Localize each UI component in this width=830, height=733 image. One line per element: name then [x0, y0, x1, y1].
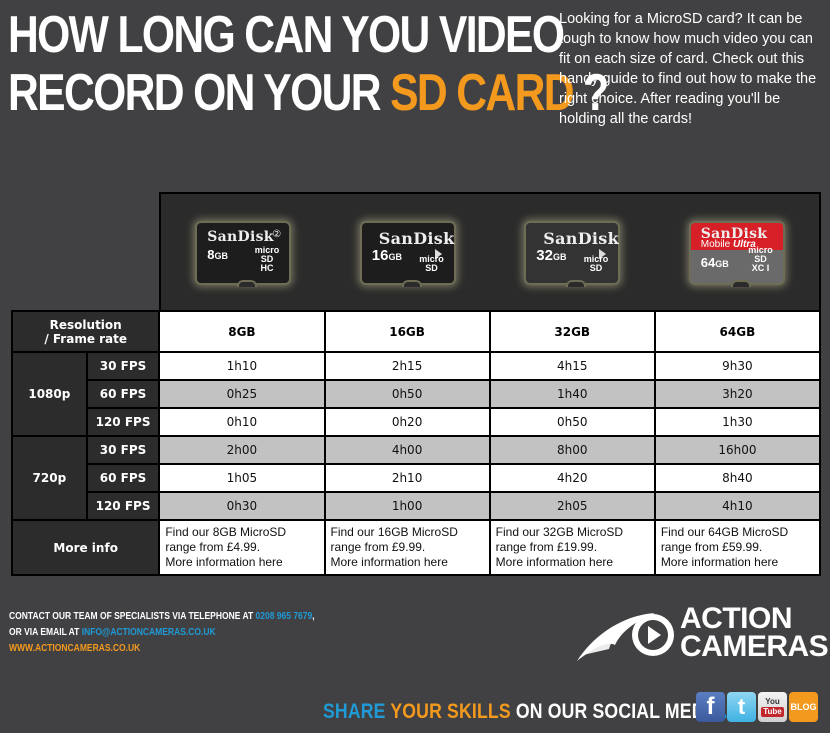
- share-banner: SHARE YOUR SKILLS ON OUR SOCIAL MEDIA.: [323, 700, 728, 723]
- table-row: 1080p 30 FPS 1h10 2h15 4h15 9h30: [11, 351, 822, 437]
- table-cell: 4h15: [488, 351, 656, 381]
- resolution-label: 1080p: [11, 351, 88, 437]
- table-row: 120 FPS 0h10 0h20 0h50 1h30: [12, 407, 822, 437]
- table-row: 120 FPS 0h30 1h00 2h05 4h10: [12, 491, 822, 521]
- card-images-row: SanDisk ② 8GB micro SD HC SanDisk 16GB mic…: [159, 192, 821, 312]
- card-capacity: 32GB: [536, 247, 567, 264]
- blog-icon[interactable]: BLOG: [789, 692, 818, 722]
- table-cell: 4h10: [653, 491, 822, 521]
- fps-label: 120 FPS: [85, 407, 161, 437]
- table-cell: 1h30: [653, 407, 822, 437]
- column-header-64gb: 64GB: [653, 310, 822, 353]
- more-info-cell-64gb: Find our 64GB MicroSD range from £59.99. M…: [653, 519, 822, 576]
- sd-card-8gb-image: SanDisk ② 8GB micro SD HC: [195, 221, 292, 287]
- microsd-logo-icon: micro SD: [419, 254, 444, 273]
- email-link[interactable]: INFO@ACTIONCAMERAS.CO.UK: [82, 627, 216, 638]
- card-capacity: 64GB: [700, 255, 729, 270]
- fps-label: 30 FPS: [85, 435, 161, 465]
- table-cell: 4h20: [488, 463, 656, 493]
- table-cell: 2h05: [488, 491, 656, 521]
- headline: HOW LONG CAN YOU VIDEO RECORD ON YOUR SD…: [8, 6, 609, 122]
- table-cell: 16h00: [653, 435, 822, 465]
- column-header-32gb: 32GB: [488, 310, 656, 353]
- contact-phone-line: CONTACT OUR TEAM OF SPECIALISTS VIA TELE…: [9, 611, 315, 622]
- microsdxc-logo-icon: micro SD XC I: [748, 245, 773, 273]
- website-link[interactable]: WWW.ACTIONCAMERAS.CO.UK: [9, 641, 315, 657]
- table-cell: 1h05: [158, 463, 326, 493]
- fps-label: 30 FPS: [85, 351, 161, 381]
- card-capacity: 8GB: [207, 247, 228, 262]
- table-cell: 0h50: [323, 379, 491, 409]
- fps-label: 60 FPS: [85, 379, 161, 409]
- card-slot-64gb: SanDisk Mobile Ultra 64GB micro SD XC I: [655, 194, 820, 312]
- card-brand: SanDisk: [378, 229, 455, 248]
- corner-header: Resolution / Frame rate: [10, 310, 161, 353]
- class-2-icon: ②: [272, 229, 282, 240]
- table-cell: 2h00: [158, 435, 326, 465]
- card-capacity: 16GB: [371, 247, 402, 264]
- headline-accent: SD CARD: [390, 64, 574, 122]
- more-info-label: More info: [10, 519, 161, 576]
- table-cell: 0h25: [158, 379, 326, 409]
- more-info-link[interactable]: More information here: [331, 555, 484, 570]
- table-cell: 1h10: [158, 351, 326, 381]
- card-brand: SanDisk: [207, 229, 274, 245]
- more-info-cell-8gb: Find our 8GB MicroSD range from £4.99. Mor…: [158, 519, 326, 576]
- table-cell: 2h15: [323, 351, 491, 381]
- table-cell: 8h00: [488, 435, 656, 465]
- more-info-link[interactable]: More information here: [496, 555, 649, 570]
- twitter-icon[interactable]: t: [727, 692, 756, 722]
- table-cell: 0h10: [158, 407, 326, 437]
- fps-label: 120 FPS: [85, 491, 161, 521]
- card-slot-32gb: SanDisk 32GB micro SD: [490, 194, 655, 312]
- card-slot-16gb: SanDisk 16GB micro SD: [326, 194, 491, 312]
- table-cell: 8h40: [653, 463, 822, 493]
- more-info-link[interactable]: More information here: [661, 555, 814, 570]
- sd-card-32gb-image: SanDisk 32GB micro SD: [524, 221, 621, 287]
- microsdhc-logo-icon: micro SD HC: [254, 245, 280, 273]
- action-cameras-logo: ACTION CAMERAS: [575, 602, 829, 665]
- headline-line-1: HOW LONG CAN YOU VIDEO: [8, 6, 565, 64]
- table-cell: 0h50: [488, 407, 656, 437]
- table-row: 60 FPS 1h05 2h10 4h20 8h40: [12, 463, 822, 493]
- youtube-icon[interactable]: You Tube: [758, 692, 787, 722]
- headline-line-2: RECORD ON YOUR SD CARD ?: [8, 64, 609, 122]
- more-info-row: More info Find our 8GB MicroSD range from…: [10, 519, 822, 576]
- table-cell: 0h30: [158, 491, 326, 521]
- sd-card-16gb-image: SanDisk 16GB micro SD: [359, 221, 456, 287]
- more-info-cell-16gb: Find our 16GB MicroSD range from £9.99. Mo…: [323, 519, 491, 576]
- table-cell: 4h00: [323, 435, 491, 465]
- microsd-logo-icon: micro SD: [583, 254, 609, 273]
- table-cell: 0h20: [323, 407, 491, 437]
- fps-label: 60 FPS: [85, 463, 161, 493]
- column-header-8gb: 8GB: [158, 310, 326, 353]
- column-header-16gb: 16GB: [323, 310, 491, 353]
- contact-block: CONTACT OUR TEAM OF SPECIALISTS VIA TELE…: [9, 609, 315, 657]
- card-slot-8gb: SanDisk ② 8GB micro SD HC: [161, 194, 326, 312]
- table-header-row: Resolution / Frame rate 8GB 16GB 32GB 64G…: [10, 310, 822, 353]
- table-cell: 9h30: [653, 351, 822, 381]
- card-brand: SanDisk: [543, 229, 619, 248]
- phone-link[interactable]: 0208 965 7679: [256, 611, 313, 622]
- contact-email-line: OR VIA EMAIL AT INFO@ACTIONCAMERAS.CO.UK: [9, 627, 216, 638]
- table-row: 60 FPS 0h25 0h50 1h40 3h20: [12, 379, 822, 409]
- more-info-link[interactable]: More information here: [165, 555, 318, 570]
- sd-card-64gb-image: SanDisk Mobile Ultra 64GB micro SD XC I: [688, 221, 785, 287]
- facebook-icon[interactable]: f: [696, 692, 725, 722]
- table-cell: 1h40: [488, 379, 656, 409]
- recording-time-table: Resolution / Frame rate 8GB 16GB 32GB 64G…: [10, 310, 822, 576]
- logo-wordmark: ACTION CAMERAS: [680, 602, 829, 663]
- table-cell: 3h20: [653, 379, 822, 409]
- table-cell: 1h00: [323, 491, 491, 521]
- resolution-label: 720p: [11, 435, 88, 521]
- more-info-cell-32gb: Find our 32GB MicroSD range from £19.99. M…: [488, 519, 656, 576]
- table-cell: 2h10: [323, 463, 491, 493]
- intro-paragraph: Looking for a MicroSD card? It can be to…: [559, 11, 817, 127]
- eye-play-logo-icon: [577, 613, 674, 661]
- table-row: 720p 30 FPS 2h00 4h00 8h00 16h00: [11, 435, 822, 521]
